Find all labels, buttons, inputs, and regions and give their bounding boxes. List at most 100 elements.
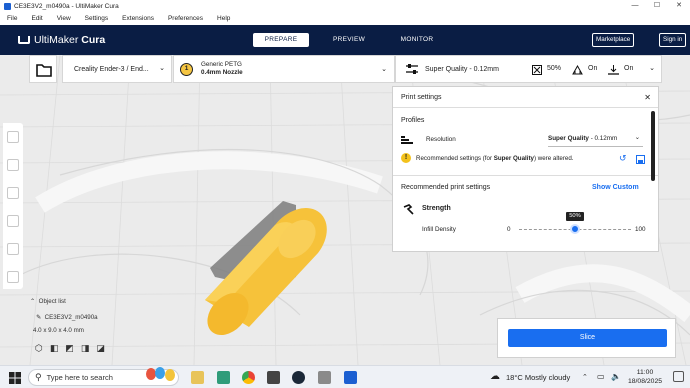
material-name: Generic PETG	[201, 61, 242, 68]
top-view-icon[interactable]: ◩	[65, 343, 74, 354]
store-icon[interactable]	[217, 371, 230, 384]
object-dimensions: 4.0 x 9.0 x 4.0 mm	[33, 327, 84, 334]
infill-value: 50%	[547, 65, 562, 72]
menu-bar: File Edit View Settings Extensions Prefe…	[0, 12, 690, 25]
object-list-toggle[interactable]: ⌃ Object list	[30, 298, 105, 305]
move-tool-icon[interactable]	[7, 131, 19, 143]
quality-sliders-icon	[406, 64, 418, 74]
chevron-up-icon: ⌃	[30, 298, 36, 305]
notifications-icon[interactable]	[673, 371, 684, 382]
print-settings-panel: Print settings ✕ Profiles Resolution Sup…	[392, 86, 659, 252]
resolution-dropdown[interactable]: Super Quality - 0.12mm ⌄	[548, 131, 643, 147]
resolution-icon	[401, 136, 413, 144]
resolution-value-bold: Super Quality	[548, 135, 589, 142]
file-explorer-icon[interactable]	[191, 371, 204, 384]
close-icon[interactable]: ✕	[644, 93, 651, 102]
object-list: ⌃ Object list ✎ CE3E3V2_m0490a 4.0 x 9.0…	[30, 298, 105, 354]
volume-icon[interactable]: 🔈	[611, 372, 621, 381]
action-panel: Slice	[497, 318, 676, 358]
hammer-icon	[403, 204, 414, 215]
right-view-icon[interactable]: ◪	[96, 343, 105, 354]
infill-density-label: Infill Density	[422, 226, 456, 233]
rotate-tool-icon[interactable]	[7, 187, 19, 199]
window-controls: — ☐ ✕	[624, 0, 690, 12]
slice-button[interactable]: Slice	[508, 329, 667, 347]
chrome-icon[interactable]	[242, 371, 255, 384]
chevron-down-icon: ⌄	[381, 66, 387, 73]
close-window-button[interactable]: ✕	[668, 0, 690, 12]
nozzle-size: 0.4mm Nozzle	[201, 69, 243, 76]
menu-edit[interactable]: Edit	[31, 15, 42, 22]
menu-extensions[interactable]: Extensions	[122, 15, 154, 22]
tab-prepare[interactable]: PREPARE	[253, 33, 309, 47]
chevron-down-icon: ⌄	[649, 65, 655, 72]
menu-settings[interactable]: Settings	[85, 15, 109, 22]
tab-preview[interactable]: PREVIEW	[321, 33, 377, 47]
slider-min-label: 0	[507, 226, 511, 233]
scale-tool-icon[interactable]	[7, 159, 19, 171]
minimize-button[interactable]: —	[624, 0, 646, 12]
resolution-label: Resolution	[426, 136, 456, 143]
tab-monitor[interactable]: MONITOR	[389, 33, 445, 47]
settings-app-icon[interactable]	[267, 371, 280, 384]
quality-profile: Super Quality - 0.12mm	[425, 65, 499, 73]
marketplace-button[interactable]: Marketplace	[592, 33, 635, 47]
material-selector[interactable]: 1 Generic PETG 0.4mm Nozzle ⌄	[173, 55, 395, 83]
search-placeholder: Type here to search	[46, 373, 113, 382]
menu-help[interactable]: Help	[217, 15, 230, 22]
support-value: On	[588, 65, 598, 72]
print-settings-selector[interactable]: Super Quality - 0.12mm 50% On On ⌄	[395, 55, 662, 83]
warning-text-post: ) were altered.	[533, 155, 574, 162]
per-model-settings-icon[interactable]	[7, 243, 19, 255]
object-name: CE3E3V2_m0490a	[44, 314, 98, 321]
chevron-up-icon[interactable]: ⌃	[582, 373, 588, 381]
infill-slider-handle[interactable]	[570, 224, 580, 234]
ultimaker-logo: UltiMaker Cura	[18, 34, 105, 46]
maximize-button[interactable]: ☐	[646, 0, 668, 12]
resolution-value-rest: - 0.12mm	[588, 135, 618, 142]
save-profile-icon[interactable]	[636, 155, 645, 164]
window-title: CE3E3V2_m0490a - UltiMaker Cura	[14, 2, 119, 10]
chevron-down-icon: ⌄	[159, 65, 165, 72]
support-icon	[572, 65, 583, 75]
cura-app-icon	[4, 2, 11, 10]
reset-icon[interactable]: ↺	[619, 153, 627, 164]
infill-slider-tooltip: 50%	[566, 212, 584, 221]
windows-start-icon[interactable]	[9, 372, 21, 384]
network-icon[interactable]: ▭	[597, 372, 605, 381]
warning-text-bold: Super Quality	[493, 155, 534, 162]
menu-file[interactable]: File	[7, 15, 17, 22]
open-file-button[interactable]	[29, 55, 57, 83]
weather-icon: ☁	[490, 371, 500, 382]
profiles-heading: Profiles	[401, 117, 425, 124]
view-orientation-buttons: ⬡ ◧ ◩ ◨ ◪	[35, 343, 105, 354]
panel-scrollbar[interactable]	[651, 111, 655, 181]
menu-view[interactable]: View	[57, 15, 71, 22]
object-list-heading: Object list	[38, 298, 66, 305]
altered-warning: Recommended settings (for Super Quality)…	[416, 155, 574, 162]
slider-max-label: 100	[635, 226, 646, 233]
clock-time: 11:00	[636, 369, 654, 376]
clock[interactable]: 11:00 18/08/2025	[624, 368, 666, 386]
steam-icon[interactable]	[292, 371, 305, 384]
printer-selector[interactable]: Creality Ender-3 / End... ⌄	[62, 55, 172, 83]
cura-taskbar-icon[interactable]	[344, 371, 357, 384]
ultimaker-logo-icon	[18, 36, 30, 44]
weather-text[interactable]: 18°C Mostly cloudy	[506, 373, 570, 382]
search-icon: ⚲	[35, 372, 42, 382]
3d-view-icon[interactable]: ⬡	[35, 343, 43, 354]
adhesion-icon	[608, 65, 619, 75]
panel-title: Print settings	[401, 93, 442, 101]
sign-in-button[interactable]: Sign in	[659, 33, 687, 47]
top-toolbar: Creality Ender-3 / End... ⌄ 1 Generic PE…	[0, 55, 690, 83]
windows-taskbar: ⚲ Type here to search ☁ 18°C Mostly clou…	[0, 365, 690, 388]
show-custom-link[interactable]: Show Custom	[592, 184, 639, 191]
menu-preferences[interactable]: Preferences	[168, 15, 203, 22]
stage-tabs: PREPARE PREVIEW MONITOR	[253, 33, 457, 47]
front-view-icon[interactable]: ◧	[50, 343, 59, 354]
left-view-icon[interactable]: ◨	[81, 343, 90, 354]
mirror-tool-icon[interactable]	[7, 215, 19, 227]
adhesion-value: On	[624, 65, 634, 72]
support-blocker-icon[interactable]	[7, 271, 19, 283]
tool-app-icon[interactable]	[318, 371, 331, 384]
